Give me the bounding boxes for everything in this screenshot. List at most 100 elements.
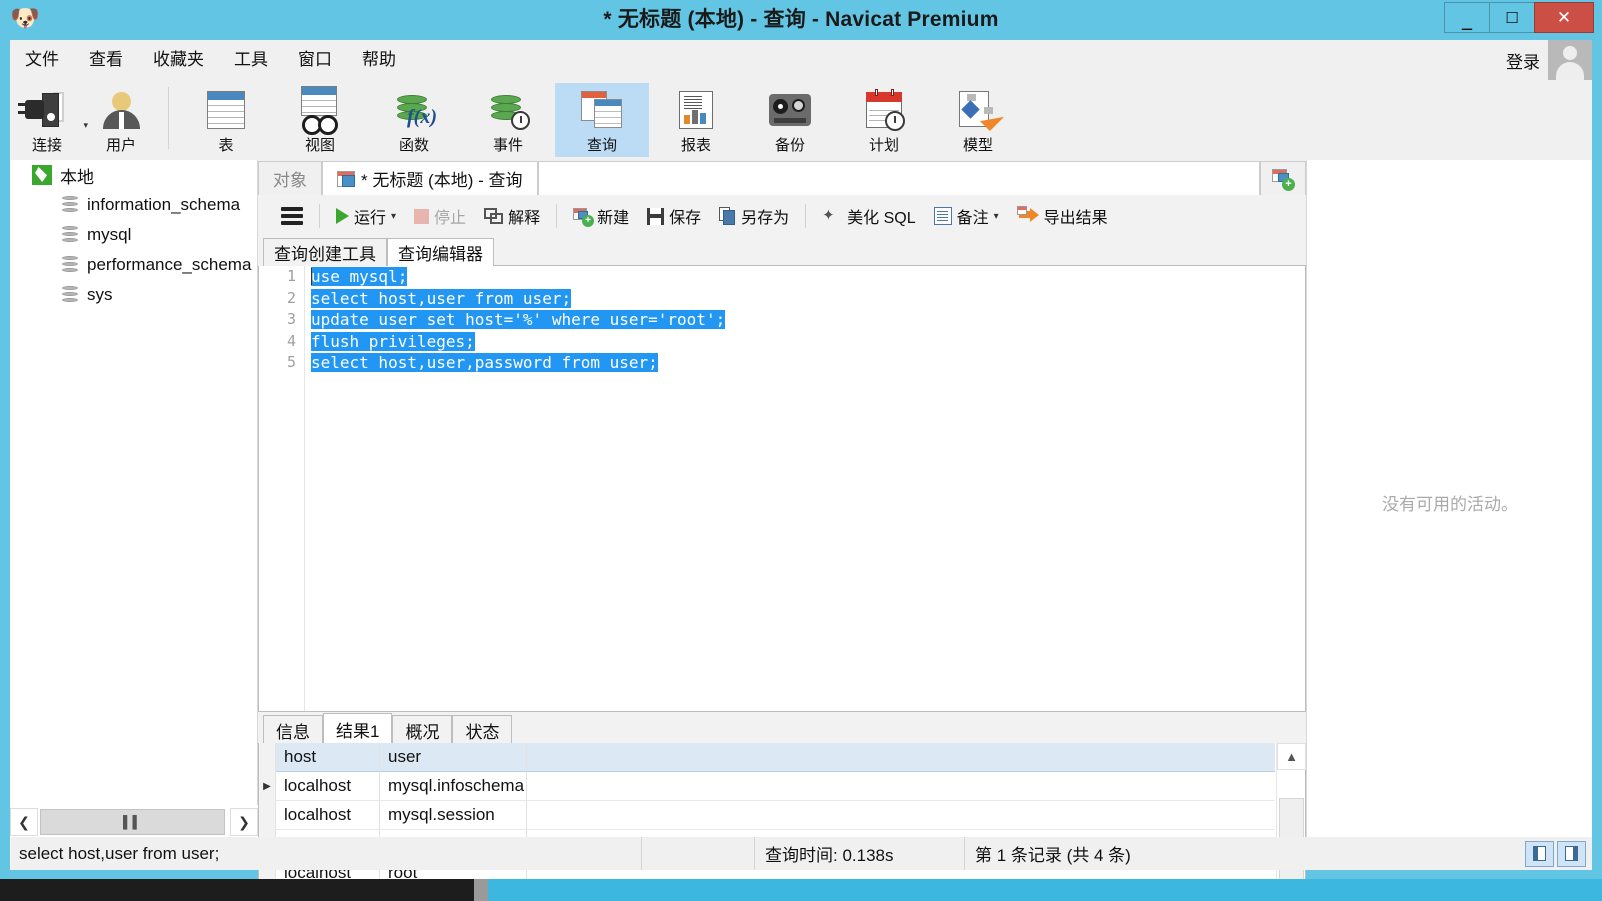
minimize-button[interactable]: _ xyxy=(1444,2,1489,33)
database-icon xyxy=(62,226,78,244)
cell-host[interactable]: localhost xyxy=(276,801,380,830)
code-line[interactable]: flush privileges; xyxy=(311,331,1305,353)
tab-objects[interactable]: 对象 xyxy=(258,161,322,195)
scrollbar-track[interactable]: ▌▌ xyxy=(40,809,228,835)
avatar[interactable] xyxy=(1548,40,1592,80)
tab-profile[interactable]: 概况 xyxy=(392,715,453,744)
scroll-right-icon[interactable]: ❯ xyxy=(230,808,258,836)
tab-status[interactable]: 状态 xyxy=(452,715,513,744)
tab-query-editor[interactable]: 查询编辑器 xyxy=(387,238,494,266)
toolbar-schedule-button[interactable]: 计划 xyxy=(837,83,931,157)
panel-toggles xyxy=(1525,840,1592,867)
status-spacer xyxy=(642,837,755,870)
tab-info[interactable]: 信息 xyxy=(263,715,323,744)
tab-query[interactable]: * 无标题 (本地) - 查询 xyxy=(322,161,538,195)
close-button[interactable]: ✕ xyxy=(1534,2,1594,33)
explain-button[interactable]: 解释 xyxy=(475,199,549,233)
export-icon xyxy=(1016,206,1039,224)
os-taskbar xyxy=(0,879,1602,901)
toolbar-query-button[interactable]: 查询 xyxy=(555,83,649,157)
code-line[interactable]: update user set host='%' where user='roo… xyxy=(311,309,1305,331)
chevron-down-icon[interactable]: ▾ xyxy=(994,211,999,222)
column-header-host[interactable]: host xyxy=(276,743,380,772)
row-selector-header xyxy=(259,743,276,772)
chevron-down-icon[interactable]: ▾ xyxy=(391,211,396,222)
tree-horizontal-scrollbar[interactable]: ❮ ▌▌ ❯ xyxy=(10,805,258,839)
result-grid-container: host user ▶ localhost mysql.infoschema l… xyxy=(258,743,1306,901)
toolbar-view-button[interactable]: 视图 xyxy=(273,83,367,157)
run-label: 运行 xyxy=(354,210,387,227)
tree-item-information-schema[interactable]: information_schema xyxy=(10,190,257,220)
table-row[interactable]: ▶ localhost mysql.infoschema xyxy=(259,772,1275,801)
result-grid[interactable]: host user ▶ localhost mysql.infoschema l… xyxy=(259,743,1275,901)
new-button[interactable]: + 新建 xyxy=(564,199,638,233)
toolbar-backup-button[interactable]: 备份 xyxy=(743,83,837,157)
table-row[interactable]: localhost mysql.session xyxy=(259,801,1275,830)
tab-result1[interactable]: 结果1 xyxy=(323,713,393,744)
login-label[interactable]: 登录 xyxy=(1506,48,1540,73)
toolbar-model-button[interactable]: 模型 xyxy=(931,83,1025,157)
menu-tools[interactable]: 工具 xyxy=(219,40,283,80)
toolbar-table-button[interactable]: 表 xyxy=(179,83,273,157)
scrollbar-thumb[interactable]: ▌▌ xyxy=(40,809,225,835)
result-vertical-scrollbar[interactable]: ▲ ■ ▼ xyxy=(1276,743,1306,901)
run-button[interactable]: 运行 ▾ xyxy=(327,199,405,233)
play-icon xyxy=(336,208,349,224)
toolbar-user-button[interactable]: 用户 xyxy=(84,83,158,157)
save-button[interactable]: 保存 xyxy=(638,199,710,233)
code-line[interactable]: select host,user,password from user; xyxy=(311,352,1305,374)
left-panel-toggle-icon[interactable] xyxy=(1525,840,1554,867)
menu-window[interactable]: 窗口 xyxy=(283,40,347,80)
expand-triangle-icon[interactable] xyxy=(18,170,28,180)
toolbar-function-button[interactable]: f(x) 函数 xyxy=(367,83,461,157)
toolbar-connection-button[interactable]: 连接 ▾ xyxy=(10,83,88,157)
cell-host[interactable]: localhost xyxy=(276,772,380,801)
maximize-button[interactable]: ☐ xyxy=(1489,2,1534,33)
scroll-left-icon[interactable]: ❮ xyxy=(10,808,38,836)
save-as-button[interactable]: 另存为 xyxy=(710,199,798,233)
toolbar-backup-label: 备份 xyxy=(774,137,805,154)
tree-item-connection[interactable]: 本地 xyxy=(10,160,257,190)
stop-button[interactable]: 停止 xyxy=(405,199,475,233)
column-header-filler xyxy=(527,743,1275,772)
code-line[interactable]: use mysql; xyxy=(311,266,1305,288)
menu-file[interactable]: 文件 xyxy=(10,40,74,80)
cell-user[interactable]: mysql.session xyxy=(380,801,527,830)
toolbar-divider xyxy=(805,204,807,228)
tree-item-sys[interactable]: sys xyxy=(10,280,257,310)
toolbar-report-button[interactable]: 报表 xyxy=(649,83,743,157)
toolbar-event-button[interactable]: 事件 xyxy=(461,83,555,157)
save-icon xyxy=(647,207,665,225)
column-header-user[interactable]: user xyxy=(380,743,527,772)
menu-bar: 文件 查看 收藏夹 工具 窗口 帮助 登录 xyxy=(10,40,1592,80)
query-menu-button[interactable] xyxy=(272,199,312,233)
note-button[interactable]: 备注 ▾ xyxy=(925,199,1008,233)
schedule-icon xyxy=(866,87,905,133)
right-panel-toggle-icon[interactable] xyxy=(1557,840,1586,867)
status-bar: select host,user from user; 查询时间: 0.138s… xyxy=(10,837,1592,870)
main-toolbar: 连接 ▾ 用户 表 视图 f(x) 函数 事件 查询 报表 备份 计划 模型 xyxy=(10,80,1592,160)
tree-db-label: mysql xyxy=(87,225,132,244)
code-line-text: flush privileges; xyxy=(311,331,475,351)
line-number: 2 xyxy=(286,288,296,307)
scroll-up-icon[interactable]: ▲ xyxy=(1277,743,1306,770)
toolbar-divider xyxy=(556,204,558,228)
menu-help[interactable]: 帮助 xyxy=(347,40,411,80)
new-query-button[interactable]: + xyxy=(1260,161,1306,195)
login-area[interactable]: 登录 xyxy=(1506,40,1592,80)
sql-editor[interactable]: 1 2 3 4 5 use mysql; select host,user fr… xyxy=(258,266,1306,712)
note-icon xyxy=(933,207,952,225)
tree-item-performance-schema[interactable]: performance_schema xyxy=(10,250,257,280)
subtabs-filler xyxy=(494,239,1306,266)
tree-item-mysql[interactable]: mysql xyxy=(10,220,257,250)
menu-view[interactable]: 查看 xyxy=(74,40,138,80)
export-result-button[interactable]: 导出结果 xyxy=(1008,199,1117,233)
query-builder-label: 查询创建工具 xyxy=(274,245,376,264)
code-line[interactable]: select host,user from user; xyxy=(311,288,1305,310)
beautify-sql-button[interactable]: ✦ 美化 SQL xyxy=(813,199,924,233)
sql-code-area[interactable]: use mysql; select host,user from user; u… xyxy=(311,266,1305,711)
cell-user[interactable]: mysql.infoschema xyxy=(380,772,527,801)
report-icon xyxy=(679,87,713,133)
menu-favorites[interactable]: 收藏夹 xyxy=(138,40,219,80)
tab-query-builder[interactable]: 查询创建工具 xyxy=(263,238,387,266)
